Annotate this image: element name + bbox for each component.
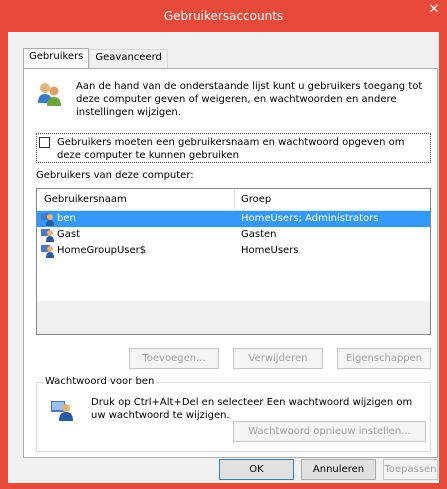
username: Gast (57, 229, 81, 240)
tab-gebruikers[interactable]: Gebruikers (23, 48, 90, 69)
username-cell: Gast (37, 227, 235, 243)
password-group-title: Wachtwoord voor ben (43, 376, 157, 387)
users-list-body: ben HomeUsers; Administrators Gast Gaste… (37, 211, 430, 301)
add-user-button[interactable]: Toevoegen... (129, 348, 219, 369)
cancel-button[interactable]: Annuleren (301, 459, 376, 480)
username-cell: HomeGroupUser$ (37, 243, 235, 259)
remove-user-button[interactable]: Verwijderen (233, 348, 323, 369)
users-list-header: Gebruikersnaam Groep (37, 189, 430, 211)
password-user-icon (51, 401, 73, 421)
require-password-label: Gebruikers moeten een gebruikersnaam en … (57, 137, 405, 161)
column-header-group[interactable]: Groep (235, 189, 271, 210)
password-instructions: Druk op Ctrl+Alt+Del en selecteer Een wa… (91, 397, 413, 421)
user-accounts-window: Gebruikersaccounts ✕ Gebruikers Geavance… (0, 0, 447, 489)
table-row[interactable]: HomeGroupUser$ HomeUsers (37, 243, 430, 259)
user-icon (41, 229, 54, 242)
user-icon (41, 213, 54, 226)
window-title: Gebruikersaccounts (163, 9, 284, 23)
close-button[interactable]: ✕ (421, 0, 447, 20)
users-list[interactable]: Gebruikersnaam Groep ben HomeUsers; Admi… (36, 188, 431, 335)
users-list-label: Gebruikers van deze computer: (36, 170, 194, 181)
password-group: Wachtwoord voor ben Druk op Ctrl+Alt+Del… (36, 376, 431, 452)
ok-button[interactable]: OK (219, 459, 294, 480)
group-cell: Gasten (241, 229, 277, 240)
username: ben (57, 213, 76, 224)
username-cell: ben (37, 211, 235, 227)
dialog-client-area: Gebruikers Geavanceerd Aan de hand van d… (8, 32, 439, 483)
reset-password-button[interactable]: Wachtwoord opnieuw instellen... (233, 421, 426, 442)
username: HomeGroupUser$ (57, 245, 147, 256)
intro-text: Aan de hand van de onderstaande lijst ku… (76, 81, 423, 118)
group-cell: HomeUsers; Administrators (241, 213, 379, 224)
tab-geavanceerd[interactable]: Geavanceerd (89, 49, 168, 68)
apply-button[interactable]: Toepassen (383, 459, 438, 480)
tab-strip: Gebruikers Geavanceerd (23, 48, 168, 69)
properties-button[interactable]: Eigenschappen (337, 348, 431, 369)
require-password-option[interactable]: Gebruikers moeten een gebruikersnaam en … (36, 133, 431, 163)
users-icon (38, 83, 61, 106)
users-tab-panel: Aan de hand van de onderstaande lijst ku… (23, 68, 438, 458)
require-password-checkbox[interactable] (39, 137, 50, 148)
table-row[interactable]: Gast Gasten (37, 227, 430, 243)
user-icon (41, 245, 54, 258)
table-row[interactable]: ben HomeUsers; Administrators (37, 211, 430, 227)
title-bar[interactable]: Gebruikersaccounts ✕ (0, 0, 447, 32)
group-cell: HomeUsers (241, 245, 299, 256)
column-header-username[interactable]: Gebruikersnaam (37, 189, 235, 210)
